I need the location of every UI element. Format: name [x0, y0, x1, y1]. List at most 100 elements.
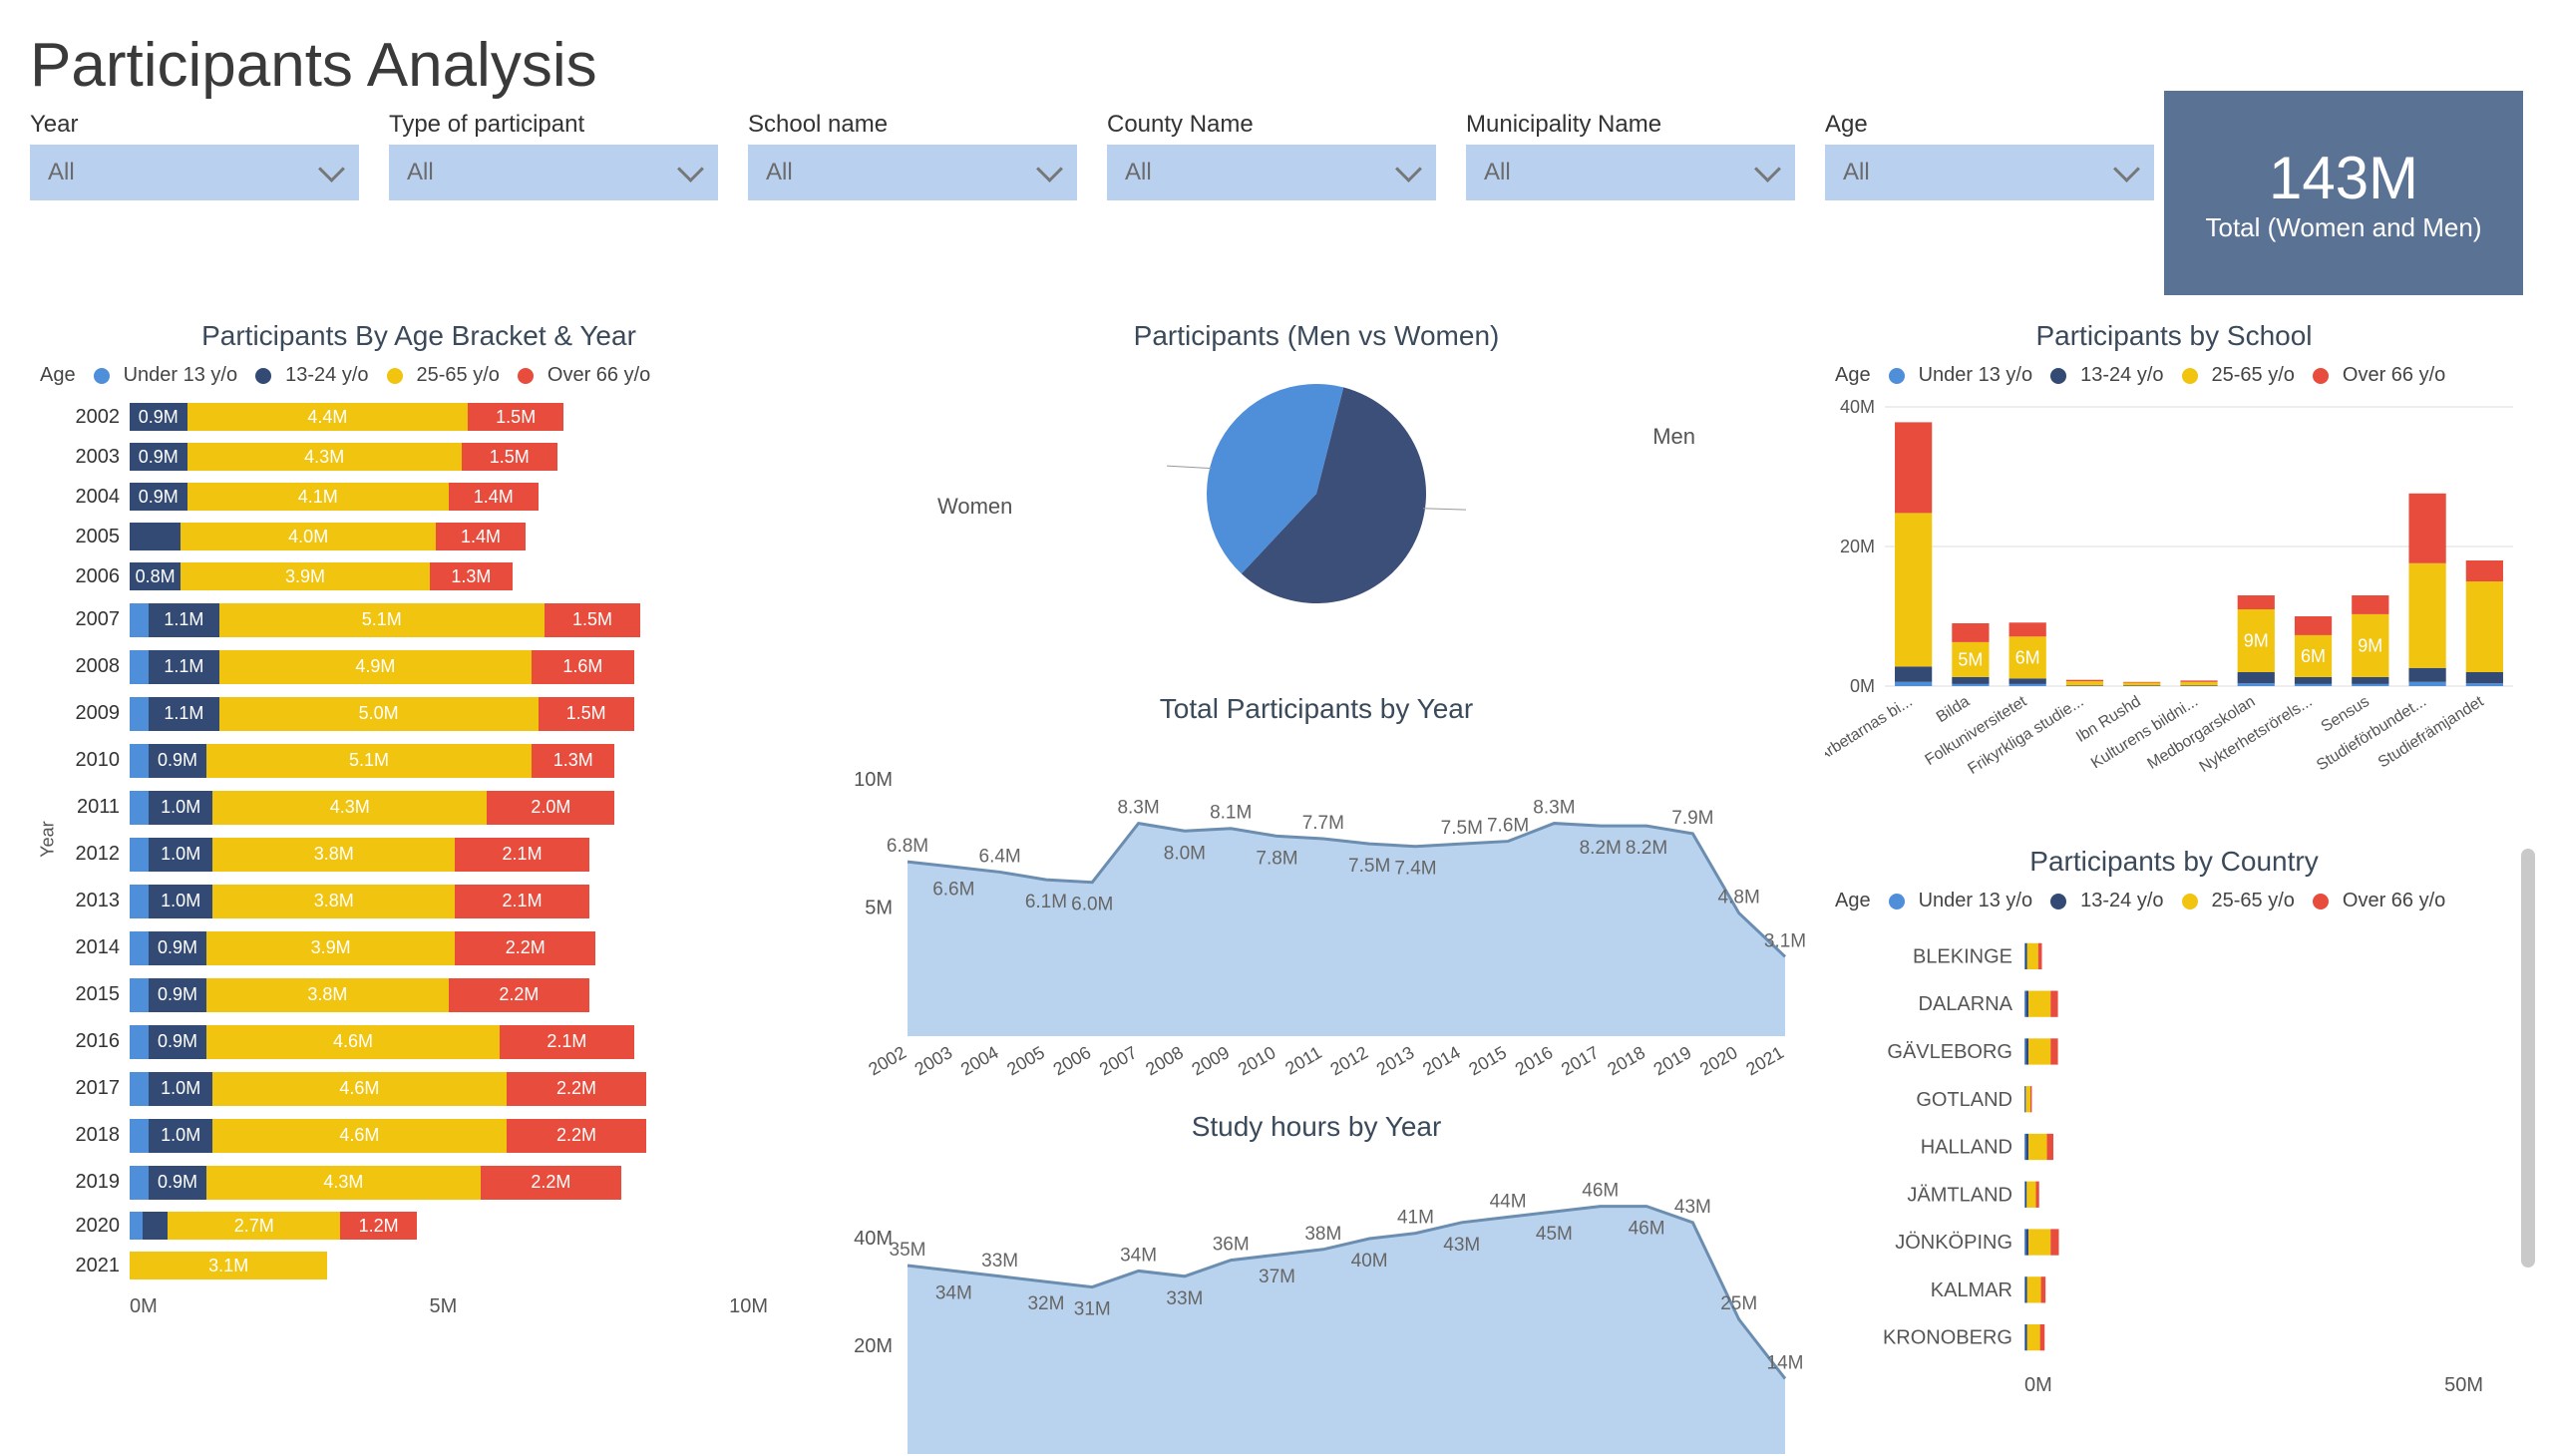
- bar-segment[interactable]: [2295, 684, 2332, 686]
- bar-segment[interactable]: 2.1M: [500, 1025, 633, 1059]
- bar-segment[interactable]: [2024, 1229, 2025, 1255]
- bar-segment[interactable]: 2.2M: [507, 1072, 647, 1106]
- bar-segment[interactable]: [2026, 1182, 2035, 1208]
- bar-segment[interactable]: [1895, 422, 1932, 513]
- bar-segment[interactable]: [2041, 1276, 2046, 1302]
- bar-segment[interactable]: 4.3M: [212, 791, 487, 825]
- bar-segment[interactable]: 1.5M: [539, 697, 634, 731]
- bar-segment[interactable]: [2030, 1086, 2031, 1112]
- bar-segment[interactable]: [130, 603, 149, 637]
- bar-segment[interactable]: 2.2M: [507, 1119, 647, 1153]
- bar-segment[interactable]: [2024, 943, 2025, 969]
- bar-segment[interactable]: 0.9M: [130, 483, 187, 511]
- bar-row[interactable]: 20140.9M3.9M2.2M: [130, 924, 768, 971]
- bar-segment[interactable]: [1952, 684, 1989, 686]
- bar-segment[interactable]: [2024, 991, 2025, 1017]
- bar-segment[interactable]: [130, 1212, 143, 1240]
- bar-segment[interactable]: 4.1M: [187, 483, 449, 511]
- bar-segment[interactable]: [2028, 991, 2050, 1017]
- bar-segment[interactable]: 5.1M: [206, 744, 532, 778]
- bar-segment[interactable]: 1.5M: [462, 443, 557, 471]
- bar-segment[interactable]: 1.0M: [149, 1072, 212, 1106]
- bar-segment[interactable]: [2466, 581, 2503, 672]
- bar-row[interactable]: 20030.9M4.3M1.5M: [130, 437, 768, 477]
- bar-row[interactable]: 20202.7M1.2M: [130, 1206, 768, 1246]
- bar-segment[interactable]: 0.8M: [130, 562, 181, 590]
- bar-segment[interactable]: [2024, 1182, 2025, 1208]
- bar-segment[interactable]: [2024, 1038, 2025, 1064]
- bar-row[interactable]: 20091.1M5.0M1.5M: [130, 690, 768, 737]
- bar-segment[interactable]: 4.9M: [219, 650, 533, 684]
- bar-segment[interactable]: [2024, 1086, 2025, 1112]
- bar-segment[interactable]: 1.0M: [149, 838, 212, 872]
- bar-segment[interactable]: [1895, 513, 1932, 666]
- bar-segment[interactable]: 5.1M: [219, 603, 545, 637]
- bar-segment[interactable]: [130, 978, 149, 1012]
- bar-row[interactable]: 20131.0M3.8M2.1M: [130, 878, 768, 924]
- bar-segment[interactable]: [2466, 672, 2503, 683]
- bar-segment[interactable]: 1.2M: [340, 1212, 417, 1240]
- bar-segment[interactable]: 0.9M: [149, 1166, 206, 1200]
- bar-segment[interactable]: [2009, 622, 2046, 636]
- chart-age-bracket[interactable]: Participants By Age Bracket & Year AgeUn…: [30, 310, 808, 1456]
- bar-row[interactable]: 20060.8M3.9M1.3M: [130, 556, 768, 596]
- bar-segment[interactable]: [2025, 1276, 2027, 1302]
- bar-segment[interactable]: [2040, 1324, 2045, 1350]
- bar-segment[interactable]: [2066, 680, 2103, 681]
- bar-row[interactable]: 20081.1M4.9M1.6M: [130, 643, 768, 690]
- bar-segment[interactable]: 2.1M: [455, 838, 588, 872]
- bar-segment[interactable]: [2123, 682, 2160, 683]
- bar-segment[interactable]: [2028, 1134, 2046, 1160]
- bar-segment[interactable]: [2352, 684, 2388, 686]
- bar-segment[interactable]: [130, 885, 149, 918]
- bar-segment[interactable]: [2180, 682, 2217, 686]
- bar-row[interactable]: 20190.9M4.3M2.2M: [130, 1159, 768, 1206]
- bar-segment[interactable]: [2180, 685, 2217, 686]
- bar-row[interactable]: 20160.9M4.6M2.1M: [130, 1018, 768, 1065]
- bar-segment[interactable]: 0.9M: [130, 443, 187, 471]
- bar-row[interactable]: 20171.0M4.6M2.2M: [130, 1065, 768, 1112]
- bar-segment[interactable]: [2050, 1038, 2057, 1064]
- bar-segment[interactable]: [2025, 991, 2028, 1017]
- bar-segment[interactable]: [2352, 595, 2388, 614]
- bar-segment[interactable]: [130, 931, 149, 965]
- bar-segment[interactable]: [2295, 677, 2332, 684]
- bar-segment[interactable]: [2466, 683, 2503, 686]
- bar-segment[interactable]: [2050, 991, 2057, 1017]
- bar-segment[interactable]: [2408, 682, 2445, 686]
- chart-by-school[interactable]: 0M20M40MArbetarnas bi...5MBilda6MFolkuni…: [1825, 397, 2523, 816]
- bar-segment[interactable]: [2025, 1229, 2028, 1255]
- chart-pie[interactable]: Women Men: [818, 364, 1815, 683]
- bar-segment[interactable]: [2466, 560, 2503, 581]
- bar-segment[interactable]: [2009, 678, 2046, 684]
- bar-segment[interactable]: [2025, 1038, 2028, 1064]
- bar-segment[interactable]: [2180, 680, 2217, 681]
- bar-row[interactable]: 20121.0M3.8M2.1M: [130, 831, 768, 878]
- bar-segment[interactable]: 3.8M: [212, 838, 455, 872]
- bar-segment[interactable]: [1895, 682, 1932, 686]
- slicer-municipality[interactable]: All: [1466, 145, 1795, 200]
- bar-segment[interactable]: [2066, 681, 2103, 685]
- bar-segment[interactable]: [2024, 1324, 2025, 1350]
- bar-row[interactable]: 20111.0M4.3M2.0M: [130, 784, 768, 831]
- bar-segment[interactable]: 4.6M: [206, 1025, 500, 1059]
- bar-segment[interactable]: 2.7M: [168, 1212, 340, 1240]
- bar-segment[interactable]: [2028, 1038, 2050, 1064]
- slicer-school[interactable]: All: [748, 145, 1077, 200]
- bar-segment[interactable]: 0.9M: [149, 931, 206, 965]
- slicer-type[interactable]: All: [389, 145, 718, 200]
- bar-row[interactable]: 20100.9M5.1M1.3M: [130, 737, 768, 784]
- bar-segment[interactable]: 4.0M: [181, 523, 436, 550]
- bar-segment[interactable]: [130, 1072, 149, 1106]
- bar-segment[interactable]: [2028, 1229, 2050, 1255]
- bar-segment[interactable]: [2408, 668, 2445, 682]
- bar-segment[interactable]: 3.1M: [130, 1252, 327, 1279]
- bar-segment[interactable]: 0.9M: [149, 978, 206, 1012]
- chart-total-year[interactable]: 5M10M6.8M6.6M6.4M6.1M6.0M8.3M8.0M8.1M7.8…: [818, 737, 1815, 1106]
- bar-segment[interactable]: 2.0M: [487, 791, 614, 825]
- bar-row[interactable]: 20071.1M5.1M1.5M: [130, 596, 768, 643]
- bar-segment[interactable]: 1.4M: [449, 483, 539, 511]
- bar-segment[interactable]: [2027, 1324, 2040, 1350]
- bar-segment[interactable]: [2025, 1134, 2028, 1160]
- bar-row[interactable]: 20054.0M1.4M: [130, 517, 768, 556]
